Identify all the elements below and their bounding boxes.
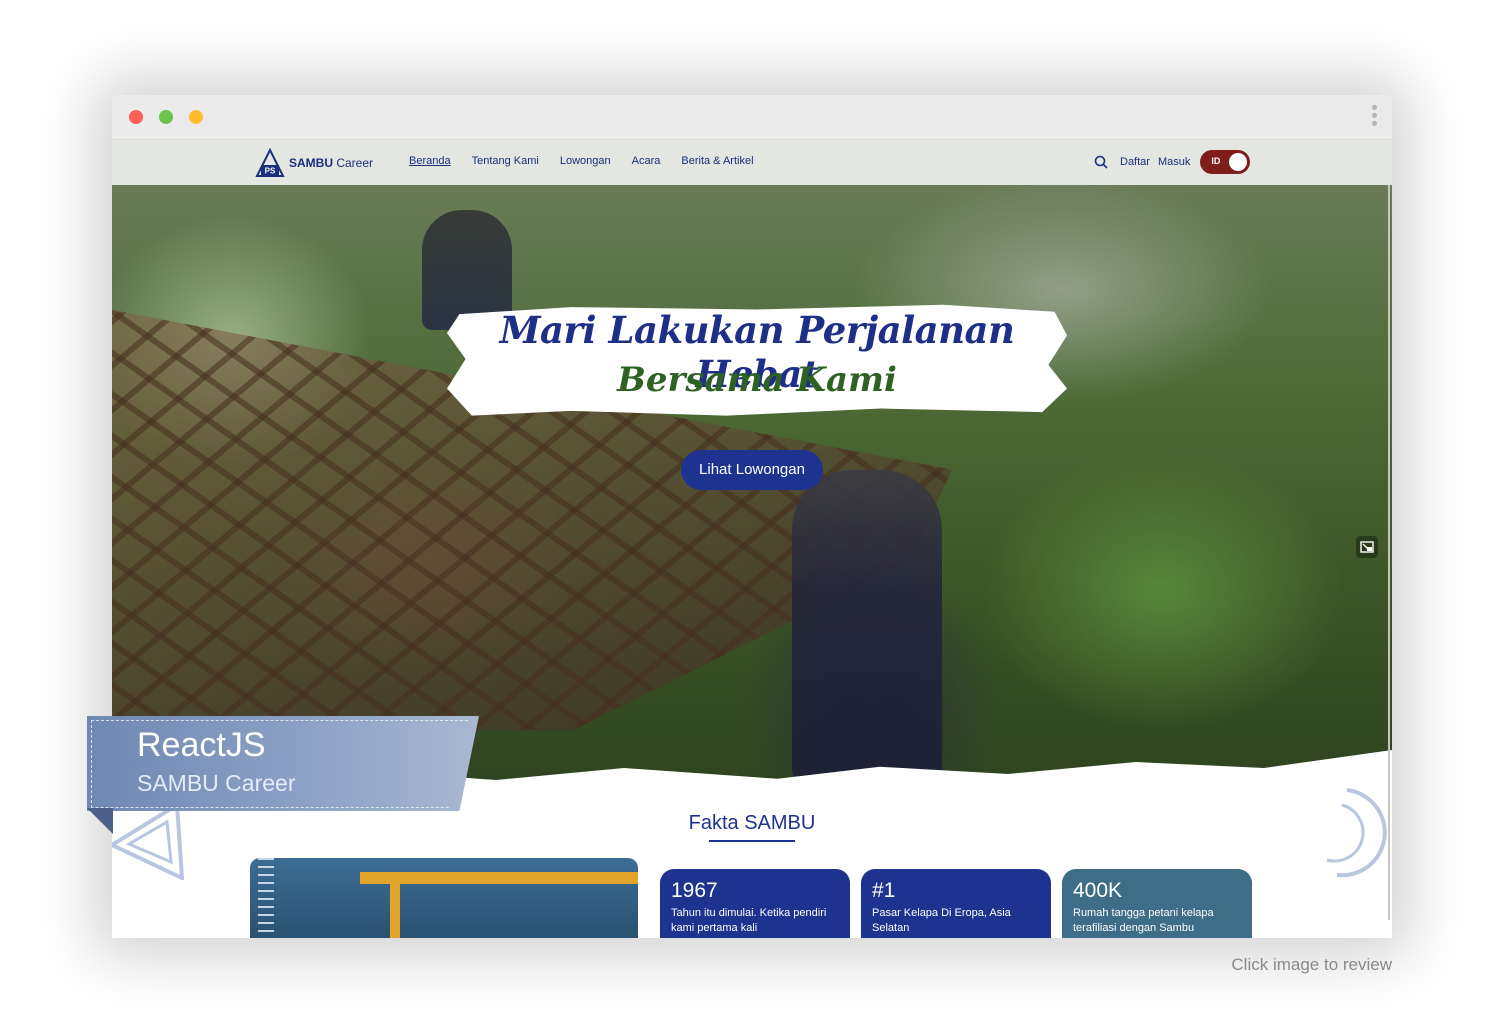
maximize-window-button[interactable] bbox=[159, 110, 173, 124]
nav-link-lowongan[interactable]: Lowongan bbox=[560, 155, 611, 167]
railing-post-shape bbox=[390, 872, 400, 938]
search-icon[interactable] bbox=[1094, 155, 1108, 169]
more-options-icon[interactable] bbox=[1372, 105, 1378, 129]
login-link[interactable]: Masuk bbox=[1158, 156, 1190, 168]
facts-heading-highlight: SAMBU bbox=[744, 812, 816, 834]
fact-card-founded: 1967 Tahun itu dimulai. Ketika pendiri k… bbox=[660, 869, 850, 938]
brand-logo[interactable]: PS SAMBU Career bbox=[255, 148, 373, 178]
top-navbar: PS SAMBU Career Beranda Tentang Kami Low… bbox=[112, 140, 1392, 185]
register-link[interactable]: Daftar bbox=[1120, 156, 1150, 168]
nav-link-tentang-kami[interactable]: Tentang Kami bbox=[472, 155, 539, 167]
browser-chrome bbox=[112, 95, 1392, 140]
svg-text:PS: PS bbox=[265, 167, 276, 176]
project-ribbon: ReactJS SAMBU Career bbox=[87, 716, 479, 834]
review-link[interactable]: Click image to review bbox=[1231, 955, 1392, 975]
picture-in-picture-icon[interactable] bbox=[1356, 536, 1378, 558]
nav-link-beranda[interactable]: Beranda bbox=[409, 155, 451, 167]
minimize-window-button[interactable] bbox=[189, 110, 203, 124]
ribbon-subtitle: SAMBU Career bbox=[137, 770, 296, 796]
language-label: ID bbox=[1211, 156, 1221, 166]
fact-card-farmers: 400K Rumah tangga petani kelapa terafili… bbox=[1062, 869, 1252, 938]
fact-number: #1 bbox=[872, 879, 896, 902]
page-viewport: PS SAMBU Career Beranda Tentang Kami Low… bbox=[112, 140, 1392, 938]
railing-shape bbox=[360, 872, 638, 884]
ribbon-title: ReactJS bbox=[137, 726, 266, 764]
page-scrollbar[interactable] bbox=[1388, 185, 1390, 920]
hero-subheadline: Bersama Kami bbox=[617, 360, 897, 400]
language-toggle[interactable]: ID bbox=[1200, 150, 1251, 174]
facts-heading-prefix: Fakta bbox=[688, 812, 745, 834]
nav-link-acara[interactable]: Acara bbox=[632, 155, 661, 167]
main-nav: Beranda Tentang Kami Lowongan Acara Beri… bbox=[409, 155, 754, 167]
nav-actions: Daftar Masuk ID bbox=[1094, 150, 1251, 174]
factory-photo bbox=[250, 858, 638, 938]
worker-image bbox=[792, 470, 942, 780]
nav-link-berita-artikel[interactable]: Berita & Artikel bbox=[681, 155, 753, 167]
fact-number: 1967 bbox=[671, 879, 718, 902]
fact-card-market: #1 Pasar Kelapa Di Eropa, Asia Selatan bbox=[861, 869, 1051, 938]
fact-description: Rumah tangga petani kelapa terafiliasi d… bbox=[1073, 907, 1214, 934]
fact-description: Pasar Kelapa Di Eropa, Asia Selatan bbox=[872, 907, 1011, 934]
ribbon-fold bbox=[87, 808, 113, 834]
view-jobs-button[interactable]: Lihat Lowongan bbox=[681, 450, 823, 490]
ladder-shape bbox=[258, 858, 274, 938]
facts-underline bbox=[709, 840, 795, 842]
fact-description: Tahun itu dimulai. Ketika pendiri kami p… bbox=[671, 907, 827, 934]
logo-icon: PS bbox=[255, 148, 285, 177]
close-window-button[interactable] bbox=[129, 110, 143, 124]
brand-name: SAMBU Career bbox=[289, 156, 374, 170]
toggle-knob bbox=[1229, 153, 1248, 171]
fact-number: 400K bbox=[1073, 879, 1123, 902]
facts-heading: Fakta SAMBU bbox=[112, 812, 1392, 835]
